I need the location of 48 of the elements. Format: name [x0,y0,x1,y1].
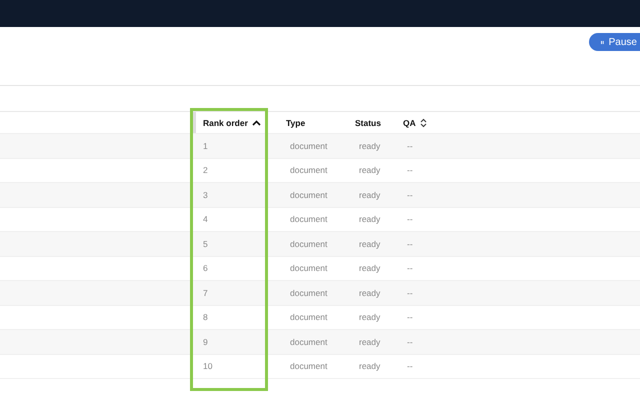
table-cell: document [290,263,328,274]
table-cell: 4 [203,214,208,224]
table-cell: document [290,336,328,347]
table-cell: ready [359,312,380,322]
table-cell: ready [359,190,380,200]
table-cell: 9 [203,336,208,347]
table-cell: 3 [203,190,208,200]
table-cell: document [290,361,328,372]
column-header[interactable]: Status [355,118,381,128]
table-cell: ready [359,361,380,372]
column-header[interactable]: QA [403,118,416,128]
table-cell: document [290,288,328,298]
table-cell: document [290,214,328,224]
table-cell: 6 [203,263,208,274]
table-cell: -- [407,190,413,200]
table-cell: document [290,312,328,322]
table-cell: 1 [203,140,208,151]
table-cell: ready [359,336,380,347]
table-cell: document [290,140,328,151]
table-cell: 5 [203,238,208,249]
table-cell: ready [359,263,380,274]
column-header[interactable]: Rank order [203,118,248,128]
table-cell: -- [407,336,413,347]
table-cell: -- [407,238,413,249]
table-cell: ready [359,214,380,224]
sort-ascending-icon[interactable] [252,120,261,126]
table-cell: -- [407,312,413,322]
table-cell: document [290,238,328,249]
table-cell: 2 [203,165,208,176]
pause-icon [601,38,604,46]
sort-icon[interactable] [420,118,427,128]
table-cell: 7 [203,288,208,298]
table-cell: -- [407,165,413,176]
table-cell: ready [359,165,380,176]
table-cell: -- [407,288,413,298]
table-cell: document [290,190,328,200]
table-cell: -- [407,361,413,372]
table-cell: ready [359,238,380,249]
table-cell: ready [359,288,380,298]
table-cell: ready [359,140,380,151]
pause-button[interactable]: Pause [589,33,640,51]
column-header[interactable]: Type [286,118,306,128]
table-cell: -- [407,214,413,224]
table-cell: 8 [203,312,208,322]
table-cell: 10 [203,361,212,372]
table-cell: document [290,165,328,176]
table-cell: -- [407,263,413,274]
table-cell: -- [407,140,413,151]
